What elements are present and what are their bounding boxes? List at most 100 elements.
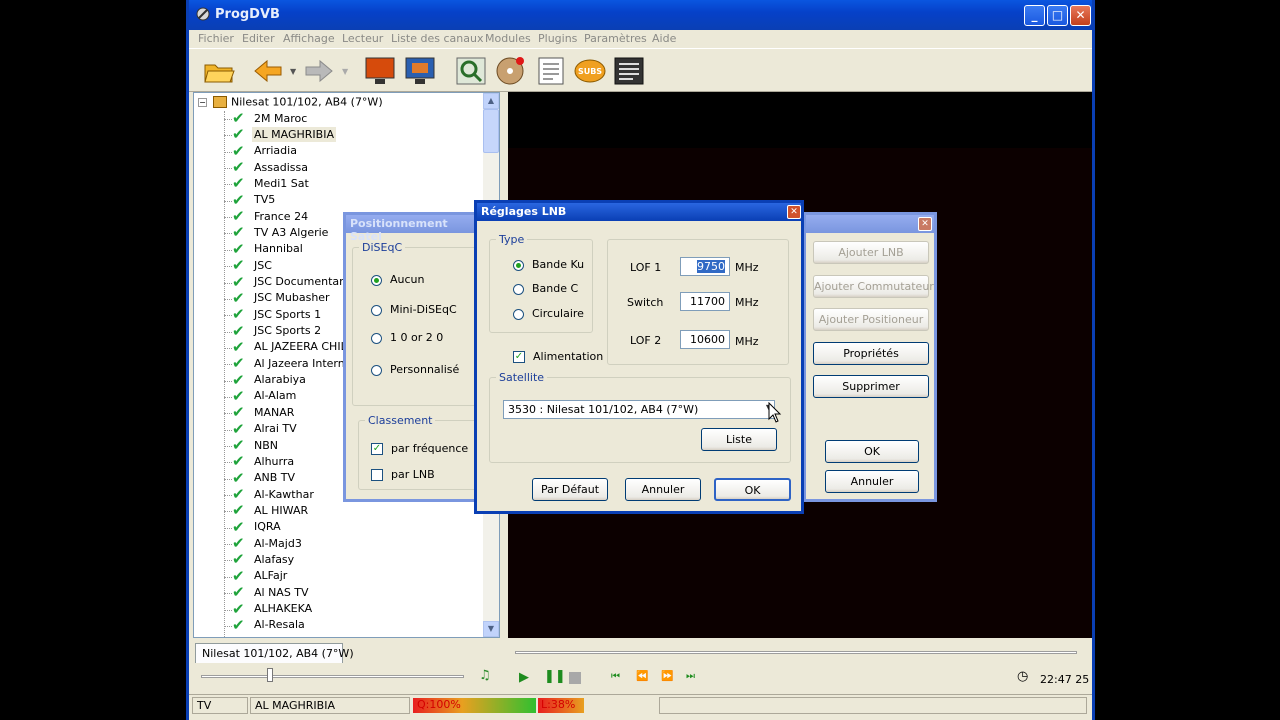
channel-label: JSC Sports 2 [254, 324, 322, 338]
tree-branch-line [224, 135, 232, 137]
menu-affichage[interactable]: Affichage [283, 32, 335, 45]
forward-arrow-icon[interactable] [302, 55, 336, 87]
stop-icon[interactable] [569, 672, 581, 684]
maximize-button[interactable]: □ [1047, 5, 1068, 26]
diseqc-option-mini[interactable]: Mini-DiSEqC [371, 303, 457, 316]
channel-item[interactable]: ✔ Al NAS TV [224, 585, 311, 601]
lnb-tree-close-icon[interactable]: ✕ [918, 217, 932, 231]
menu-modules[interactable]: Modules [485, 32, 531, 45]
tree-branch-line [224, 380, 232, 382]
pause-icon[interactable]: ❚❚ [544, 669, 566, 684]
channel-item[interactable]: ✔ Al-Resala [224, 617, 307, 634]
skip-first-icon[interactable]: ⏮ [611, 671, 620, 682]
channel-search-icon[interactable] [454, 55, 488, 87]
type-ku-radio[interactable]: Bande Ku [513, 258, 584, 271]
fast-forward-icon[interactable]: ⏩ [661, 671, 673, 682]
lof2-input[interactable]: 10600 [680, 330, 730, 349]
monitor-icon[interactable] [363, 55, 397, 87]
forward-dropdown-icon[interactable]: ▼ [342, 67, 348, 76]
add-lnb-button[interactable]: Ajouter LNB [813, 241, 929, 264]
satellite-select[interactable]: 3530 : Nilesat 101/102, AB4 (7°W)▼ [503, 400, 775, 419]
channel-check-icon: ✔ [232, 534, 245, 553]
monitor-fullscreen-icon[interactable] [403, 55, 437, 87]
lnb-tree-cancel-button[interactable]: Annuler [825, 470, 919, 493]
channel-item[interactable]: ✔ MANAR [224, 405, 296, 421]
type-circular-radio[interactable]: Circulaire [513, 307, 584, 320]
channel-item[interactable]: ✔ AL JAZEERA CHILD [224, 339, 357, 356]
channel-label: Alhurra [254, 454, 295, 468]
channel-label: Al-Majd3 [254, 536, 302, 550]
menu-lecteur[interactable]: Lecteur [342, 32, 383, 45]
lnb-tree-dialog-titlebar [806, 215, 934, 233]
lnb-tree-ok-button[interactable]: OK [825, 440, 919, 463]
diseqc-option-10-20[interactable]: 1 0 or 2 0 [371, 331, 443, 344]
close-button[interactable]: ✕ [1070, 5, 1091, 26]
menu-liste-des-canaux[interactable]: Liste des canaux [391, 32, 483, 45]
switch-input[interactable]: 11700 [680, 292, 730, 311]
menu-aide[interactable]: Aide [652, 32, 676, 45]
lnb-settings-dialog: Réglages LNB ✕ Type Bande Ku Bande C Cir… [474, 200, 804, 514]
tree-tab[interactable]: Nilesat 101/102, AB4 (7°W) [195, 643, 354, 663]
open-folder-icon[interactable] [202, 55, 236, 87]
channel-check-icon: ✔ [232, 158, 245, 177]
channel-item[interactable]: ✔ TV A3 Algerie [224, 225, 330, 241]
minimize-button[interactable]: _ [1024, 5, 1045, 26]
channel-item[interactable]: ✔ JSC Mubasher [224, 290, 332, 307]
back-dropdown-icon[interactable]: ▼ [290, 67, 296, 76]
scroll-down-icon[interactable]: ▼ [483, 621, 499, 637]
menu-fichier[interactable]: Fichier [198, 32, 234, 45]
lof1-input[interactable]: 9750 [680, 257, 730, 276]
properties-button[interactable]: Propriétés [813, 342, 929, 365]
clock-time: 22:47 25 [1040, 673, 1090, 686]
channel-item[interactable]: ✔ AL MAGHRIBIA [224, 126, 336, 143]
menu-parametres[interactable]: Paramètres [584, 32, 647, 45]
channel-item[interactable]: ✔ JSC Sports 1 [224, 307, 323, 323]
subtitles-icon[interactable]: SUBS [573, 55, 607, 87]
skip-last-icon[interactable]: ⏭ [686, 671, 695, 682]
channel-item[interactable]: ✔ JSC Sports 2 [224, 323, 323, 340]
channel-item[interactable]: ✔ JSC [224, 258, 274, 274]
default-button[interactable]: Par Défaut [532, 478, 608, 501]
cancel-button[interactable]: Annuler [625, 478, 701, 501]
scroll-thumb[interactable] [483, 109, 499, 153]
list-button[interactable]: Liste [701, 428, 777, 451]
teletext-icon[interactable] [612, 55, 646, 87]
seek-slider[interactable] [515, 651, 1077, 654]
channel-check-icon: ✔ [232, 354, 245, 373]
play-icon[interactable]: ▶ [519, 670, 529, 685]
tree-branch-line [224, 233, 232, 235]
channel-item[interactable]: ✔ Medi1 Sat [224, 176, 311, 192]
sort-by-frequency-checkbox[interactable]: ✓ par fréquence [371, 442, 468, 455]
channel-item[interactable]: ✔ Al-Kawthar [224, 485, 316, 504]
lnb-settings-close-icon[interactable]: ✕ [787, 205, 801, 219]
power-checkbox[interactable]: ✓ Alimentation [513, 350, 603, 363]
ok-button[interactable]: OK [714, 478, 791, 501]
tree-root[interactable]: − Nilesat 101/102, AB4 (7°W) [198, 95, 383, 111]
radio-dot [371, 332, 382, 344]
channel-item[interactable]: ✔ AL HIWAR [224, 503, 310, 519]
epg-list-icon[interactable] [534, 55, 568, 87]
volume-thumb[interactable] [267, 668, 273, 682]
type-c-radio[interactable]: Bande C [513, 282, 578, 295]
back-arrow-icon[interactable] [251, 55, 285, 87]
sort-by-lnb-checkbox[interactable]: par LNB [371, 468, 435, 481]
channel-item[interactable]: ✔ Al Jazeera Interna [224, 354, 353, 373]
collapse-icon[interactable]: − [198, 97, 207, 107]
menu-plugins[interactable]: Plugins [538, 32, 577, 45]
channel-item[interactable]: ✔ JSC Documentary [224, 274, 352, 291]
diseqc-option-none[interactable]: Aucun [371, 273, 425, 286]
menu-editer[interactable]: Editer [242, 32, 275, 45]
add-switch-button[interactable]: Ajouter Commutateur [813, 275, 934, 298]
add-positioner-button[interactable]: Ajouter Positioneur [813, 308, 929, 331]
rewind-icon[interactable]: ⏪ [636, 671, 648, 682]
channel-item[interactable]: ✔ Alhurra [224, 452, 296, 471]
scroll-up-icon[interactable]: ▲ [483, 93, 499, 109]
channel-check-icon: ✔ [232, 468, 245, 487]
channel-check-icon: ✔ [232, 452, 245, 471]
delete-button[interactable]: Supprimer [813, 375, 929, 398]
record-disc-icon[interactable] [493, 55, 527, 87]
diseqc-option-custom[interactable]: Personnalisé [371, 363, 459, 376]
sound-icon[interactable]: ♫ [479, 668, 491, 683]
volume-slider[interactable] [201, 675, 464, 678]
channel-check-icon: ✔ [232, 485, 245, 504]
